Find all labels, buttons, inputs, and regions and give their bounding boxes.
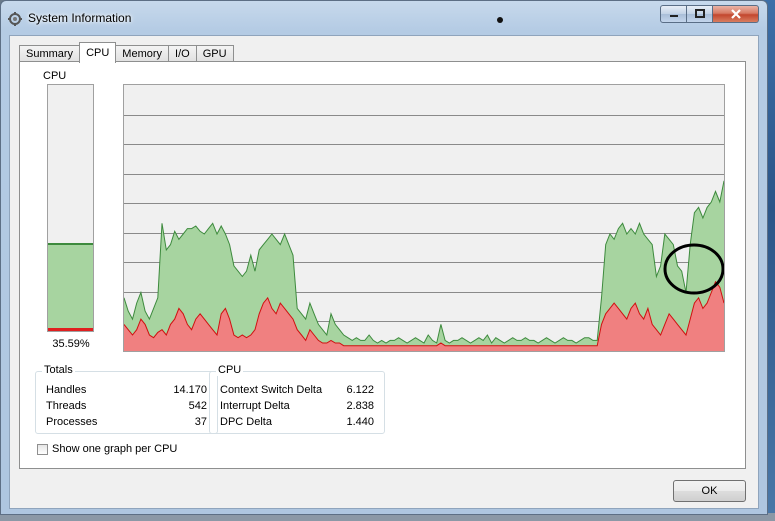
cpu-kernel-meter-fill [48,328,93,331]
minimize-icon [669,15,678,17]
cpu-stats-group-title: CPU [216,364,244,376]
context-switch-label: Context Switch Delta [220,384,323,396]
tab-cpu[interactable]: CPU [79,42,117,63]
caption-buttons [660,5,759,23]
tab-io[interactable]: I/O [168,45,197,62]
maximize-icon [694,9,705,18]
cpu-history-graph [123,84,725,352]
tab-memory[interactable]: Memory [115,45,170,62]
processes-label: Processes [46,416,98,428]
totals-row-processes: Processes 37 [46,416,207,431]
dpc-label: DPC Delta [220,416,272,428]
close-icon [730,9,741,19]
window-title: System Information [28,11,132,25]
totals-row-threads: Threads 542 [46,400,207,415]
tab-gpu[interactable]: GPU [195,45,234,62]
cpu-usage-percent: 35.59% [52,338,90,350]
minimize-button[interactable] [660,5,687,23]
cpu-row-interrupt: Interrupt Delta 2.838 [220,400,374,415]
cpu-history-chart [124,115,724,351]
system-info-icon [8,12,22,26]
handles-label: Handles [46,384,87,396]
processes-value: 37 [194,416,207,428]
cpu-usage-meter [47,84,94,332]
cpu-row-context-switch: Context Switch Delta 6.122 [220,384,374,399]
per-cpu-graph-checkbox[interactable] [37,443,48,455]
tab-summary[interactable]: Summary [19,45,81,62]
totals-row-handles: Handles 14.170 [46,384,207,399]
interrupt-label: Interrupt Delta [220,400,290,412]
dialog-client-area: Summary CPU Memory I/O GPU CPU 35.59% To… [9,35,759,509]
per-cpu-graph-label[interactable]: Show one graph per CPU [52,443,177,455]
ok-button[interactable]: OK [673,480,746,502]
cpu-usage-meter-fill [48,243,93,331]
cpu-stats-group: CPU Context Switch Delta 6.122 Interrupt… [209,364,385,434]
dpc-value: 1.440 [346,416,374,428]
system-information-window: System Information Summary CPU Memory I/… [0,0,768,515]
totals-group: Totals Handles 14.170 Threads 542 Proces… [35,364,218,434]
title-bar[interactable]: System Information [1,1,767,35]
interrupt-value: 2.838 [346,400,374,412]
threads-value: 542 [188,400,207,412]
handles-value: 14.170 [173,384,207,396]
context-switch-value: 6.122 [346,384,374,396]
cpu-tab-panel: CPU 35.59% Totals Handles 14.170 Threads… [19,61,746,469]
tab-strip: Summary CPU Memory I/O GPU [19,42,234,63]
per-cpu-graph-option[interactable]: Show one graph per CPU [37,443,177,455]
close-button[interactable] [713,5,759,23]
threads-label: Threads [46,400,87,412]
cursor-dot [497,17,503,23]
totals-group-title: Totals [42,364,75,376]
cpu-meter-label: CPU [43,70,67,82]
maximize-button[interactable] [687,5,713,23]
cpu-row-dpc: DPC Delta 1.440 [220,416,374,431]
